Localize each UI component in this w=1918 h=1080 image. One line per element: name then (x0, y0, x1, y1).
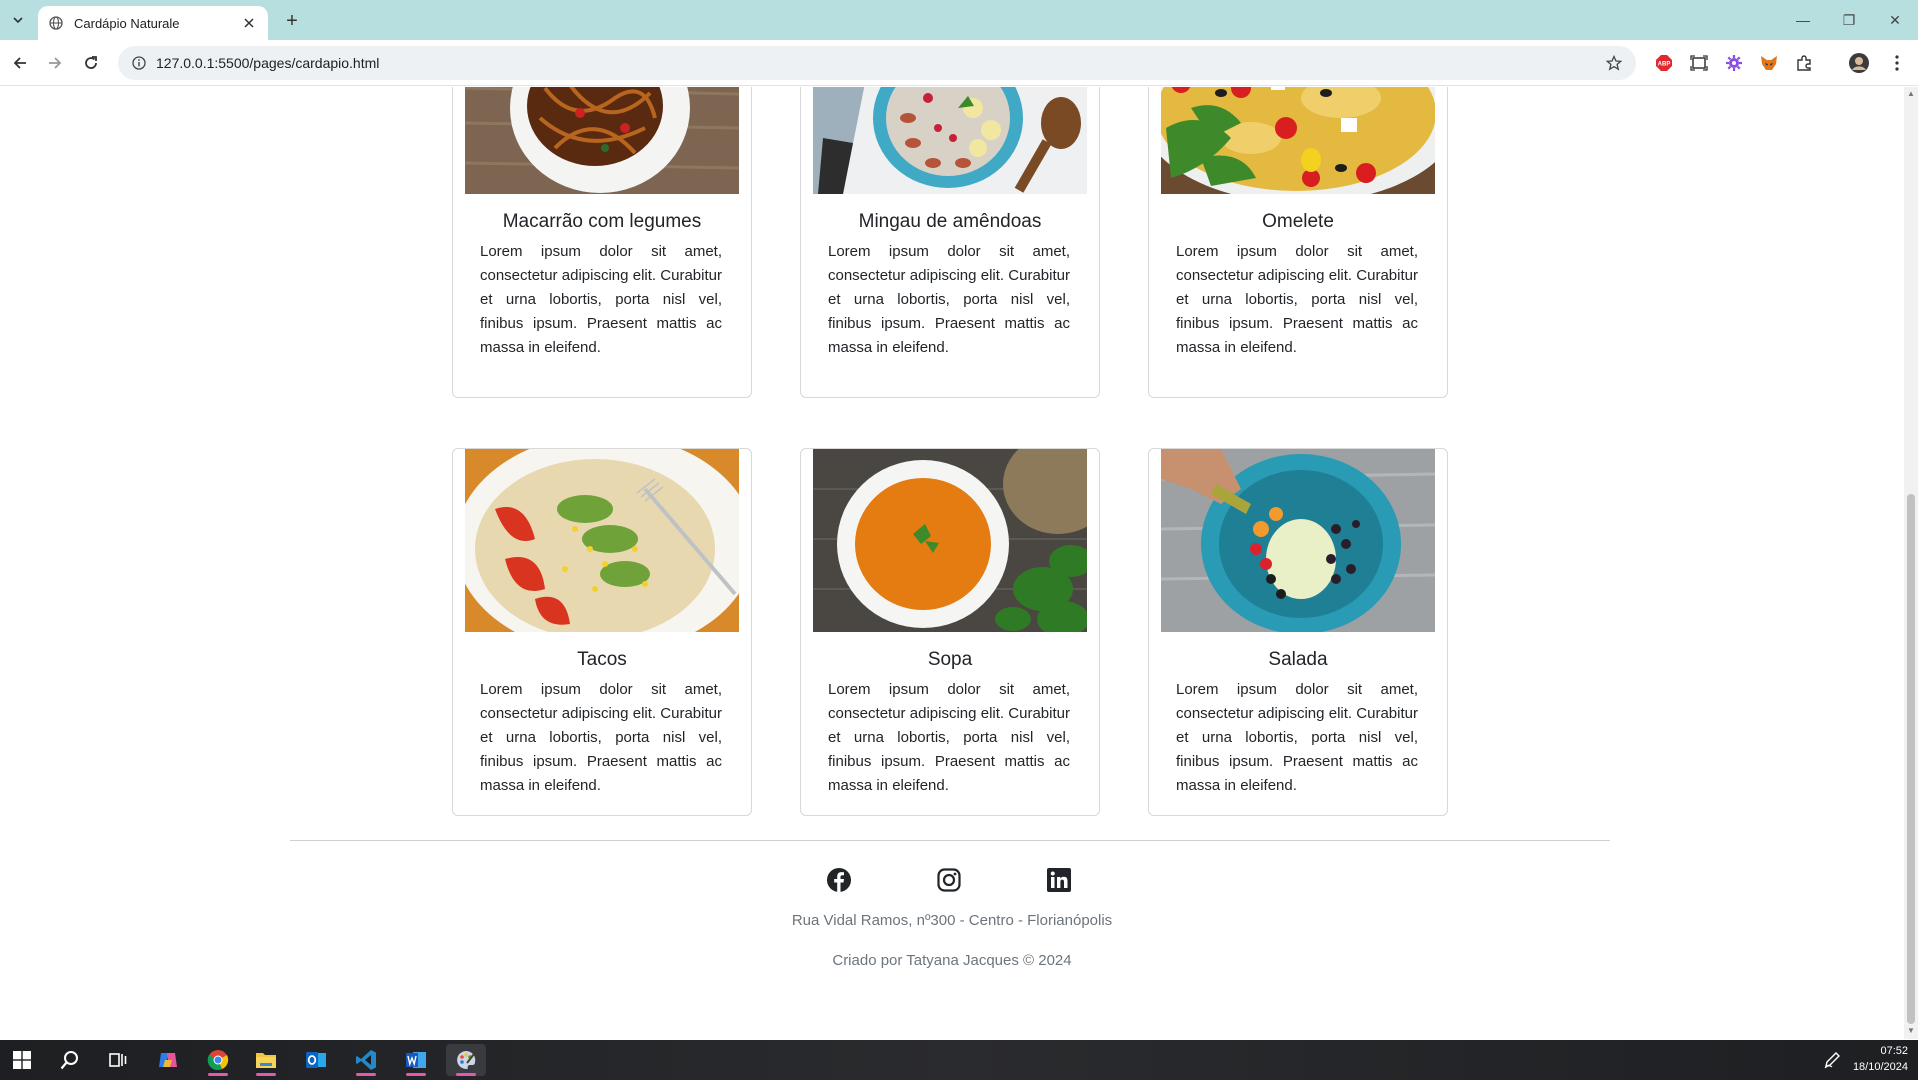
dish-name: Sopa (927, 649, 973, 670)
dish-name: Macarrão com legumes (502, 211, 702, 232)
dish-description: Lorem ipsum dolor sit amet, consectetur … (1176, 681, 1418, 794)
url-text: 127.0.0.1:5500/pages/cardapio.html (156, 55, 380, 71)
pen-icon[interactable] (1812, 1044, 1852, 1076)
page-viewport: Macarrão com legumes Lorem ipsum dolor s… (0, 87, 1904, 1039)
browser-tabstrip: Cardápio Naturale + — ❐ ✕ (0, 0, 1918, 40)
address-bar[interactable]: 127.0.0.1:5500/pages/cardapio.html (118, 46, 1636, 80)
scrollbar-thumb[interactable] (1907, 494, 1915, 1024)
dish-description: Lorem ipsum dolor sit amet, consectetur … (480, 681, 722, 794)
search-icon[interactable] (50, 1044, 90, 1076)
arrow-right-icon (49, 57, 62, 69)
dish-description: Lorem ipsum dolor sit amet, consectetur … (1176, 243, 1418, 356)
paint-icon[interactable] (446, 1044, 486, 1076)
gear-extension-icon[interactable] (1722, 51, 1746, 75)
metamask-fox-icon[interactable] (1757, 51, 1781, 75)
clock-date: 18/10/2024 (1852, 1061, 1908, 1073)
reload-icon (85, 56, 97, 69)
pasta-photo (465, 87, 739, 194)
menu-card: Omelete Lorem ipsum dolor sit amet, cons… (1148, 87, 1448, 398)
back-button[interactable] (6, 49, 34, 77)
file-explorer-icon[interactable] (246, 1044, 286, 1076)
facebook-icon[interactable] (826, 867, 852, 893)
forward-button[interactable] (41, 49, 69, 77)
chrome-icon[interactable] (198, 1044, 238, 1076)
browser-toolbar: 127.0.0.1:5500/pages/cardapio.html ABP (0, 40, 1918, 86)
windows-taskbar: 07:52 18/10/2024 (0, 1040, 1918, 1080)
profile-avatar[interactable] (1847, 51, 1871, 75)
omelette-photo (1161, 87, 1435, 194)
dish-description: Lorem ipsum dolor sit amet, consectetur … (828, 243, 1070, 356)
linkedin-icon[interactable] (1046, 867, 1072, 893)
dish-description: Lorem ipsum dolor sit amet, consectetur … (828, 681, 1070, 794)
tab-search-button[interactable] (6, 8, 30, 32)
windows-start-icon[interactable] (2, 1044, 42, 1076)
clock-time: 07:52 (1880, 1045, 1908, 1057)
reload-button[interactable] (77, 49, 105, 77)
dish-name: Salada (1268, 649, 1328, 670)
svg-text:ABP: ABP (1658, 62, 1671, 68)
chevron-down-icon (13, 17, 23, 24)
bookmark-star-icon[interactable] (1604, 53, 1624, 73)
footer-credit: Criado por Tatyana Jacques © 2024 (832, 952, 1072, 969)
system-clock[interactable]: 07:52 18/10/2024 (1853, 1043, 1908, 1075)
porridge-photo (813, 87, 1087, 194)
footer-divider (290, 840, 1610, 841)
new-tab-button[interactable]: + (280, 9, 304, 33)
word-icon[interactable] (396, 1044, 436, 1076)
dish-name: Tacos (577, 649, 627, 670)
site-info-icon[interactable] (130, 54, 148, 72)
tab-title: Cardápio Naturale (74, 15, 180, 31)
footer-address: Rua Vidal Ramos, nº300 - Centro - Floria… (791, 912, 1113, 929)
more-menu-icon[interactable] (1885, 51, 1909, 75)
restore-button[interactable]: ❐ (1826, 0, 1872, 40)
copilot-icon[interactable] (148, 1044, 188, 1076)
screen-capture-icon[interactable] (1687, 51, 1711, 75)
dish-name: Omelete (1262, 211, 1334, 232)
instagram-icon[interactable] (936, 867, 962, 893)
menu-card: Mingau de amêndoas Lorem ipsum dolor sit… (800, 87, 1100, 398)
tab-close-icon[interactable] (240, 14, 258, 32)
menu-card: Sopa Lorem ipsum dolor sit amet, consect… (800, 448, 1100, 816)
outlook-icon[interactable] (296, 1044, 336, 1076)
task-view-icon[interactable] (98, 1044, 138, 1076)
vscode-icon[interactable] (346, 1044, 386, 1076)
scroll-down-arrow-icon[interactable]: ▼ (1907, 1027, 1915, 1035)
salad-photo (1161, 449, 1435, 632)
extensions-puzzle-icon[interactable] (1792, 51, 1816, 75)
browser-tab[interactable]: Cardápio Naturale (38, 6, 268, 40)
scroll-up-arrow-icon[interactable]: ▲ (1907, 90, 1915, 98)
dish-name: Mingau de amêndoas (858, 211, 1042, 232)
page-scrollbar[interactable]: ▲ ▼ (1904, 87, 1918, 1039)
menu-card: Tacos Lorem ipsum dolor sit amet, consec… (452, 448, 752, 816)
menu-card: Macarrão com legumes Lorem ipsum dolor s… (452, 87, 752, 398)
window-close-button[interactable]: ✕ (1872, 0, 1918, 40)
soup-photo (813, 449, 1087, 632)
tacos-photo (465, 449, 739, 632)
arrow-left-icon (13, 57, 26, 69)
minimize-button[interactable]: — (1780, 0, 1826, 40)
globe-icon (48, 15, 64, 31)
dish-description: Lorem ipsum dolor sit amet, consectetur … (480, 243, 722, 356)
menu-card: Salada Lorem ipsum dolor sit amet, conse… (1148, 448, 1448, 816)
adblock-icon[interactable]: ABP (1652, 51, 1676, 75)
